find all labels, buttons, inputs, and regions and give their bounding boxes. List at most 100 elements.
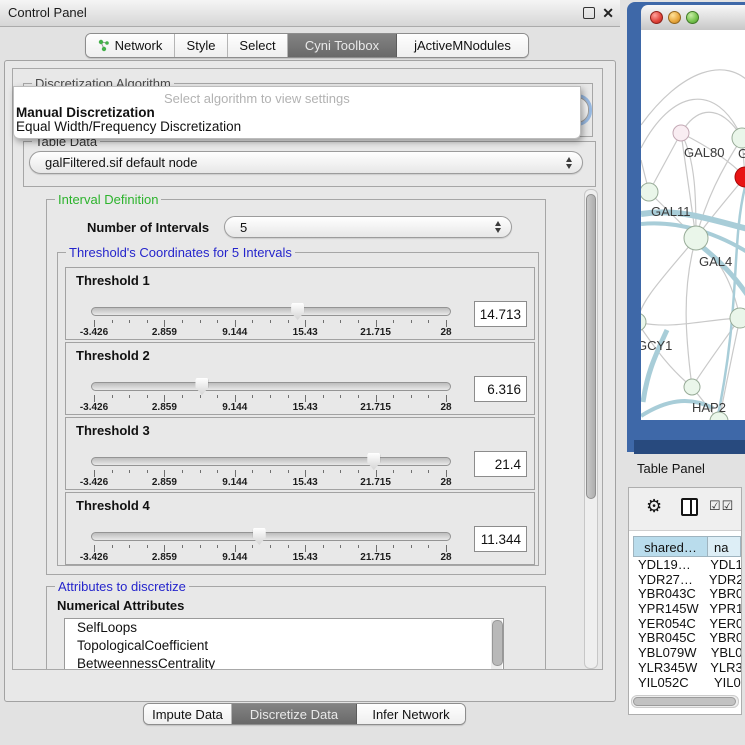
table-rows: YDL19…YDL1YDR27…YDR2YBR043CYBR0YPR145WYP…: [633, 558, 741, 688]
table-row[interactable]: YDR27…YDR2: [633, 573, 741, 588]
threshold-panel: Threshold 2 -3.4262.8599.14415.4321.71528…: [65, 342, 535, 415]
num-intervals-label: Number of Intervals: [87, 220, 209, 235]
network-edge[interactable]: [649, 133, 681, 192]
network-node[interactable]: [684, 226, 708, 250]
slider-track[interactable]: [91, 457, 451, 466]
threshold-label: Threshold 2: [76, 348, 150, 363]
control-panel-titlebar: Control Panel ✕: [0, 0, 620, 27]
network-node[interactable]: [641, 313, 646, 331]
table-row[interactable]: YBR045CYBR0: [633, 631, 741, 646]
zoom-traffic-light[interactable]: [686, 11, 699, 24]
combo-value: 5: [240, 220, 247, 235]
threshold-value-field[interactable]: 11.344: [474, 526, 527, 552]
network-node[interactable]: [732, 128, 745, 148]
threshold-slider[interactable]: -3.4262.8599.14415.4321.71528: [91, 455, 449, 487]
slider-track[interactable]: [91, 382, 451, 391]
dropdown-option-manual[interactable]: Manual Discretization: [16, 105, 155, 120]
network-node-label: GCY1: [641, 338, 672, 353]
tab-select[interactable]: Select: [228, 34, 288, 57]
network-window-titlebar[interactable]: [641, 5, 745, 31]
tab-network[interactable]: Network: [86, 34, 175, 57]
slider-tick-labels: -3.4262.8599.14415.4321.71528: [94, 327, 446, 338]
close-traffic-light[interactable]: [650, 11, 663, 24]
tab-discretize-data[interactable]: Discretize Data: [232, 704, 357, 724]
network-edge[interactable]: [686, 238, 696, 387]
select-columns-icon[interactable]: ☑☑: [709, 498, 734, 514]
table-panel: ⚙ ☑☑ shared… na YDL19…YDL1YDR27…YDR2YBR0…: [628, 487, 742, 715]
tab-label: Network: [115, 38, 163, 53]
attribute-list-item[interactable]: SelfLoops: [65, 619, 503, 637]
threshold-value-field[interactable]: 6.316: [474, 376, 527, 402]
network-node[interactable]: [730, 308, 745, 328]
tab-cyni-toolbox[interactable]: Cyni Toolbox: [288, 34, 397, 57]
threshold-slider[interactable]: -3.4262.8599.14415.4321.71528: [91, 305, 449, 337]
network-edge[interactable]: [641, 318, 740, 325]
column-header-name[interactable]: na: [708, 536, 741, 557]
network-node[interactable]: [673, 125, 689, 141]
list-scrollbar[interactable]: [491, 620, 502, 670]
network-node[interactable]: [641, 183, 658, 201]
tab-label: jActiveMNodules: [414, 38, 511, 53]
column-header-shared-name[interactable]: shared…: [633, 536, 708, 557]
threshold-value-field[interactable]: 21.4: [474, 451, 527, 477]
tab-label: Impute Data: [152, 707, 223, 722]
table-data-combobox[interactable]: galFiltered.sif default node: [29, 151, 583, 174]
thresholds-group: Threshold's Coordinates for 5 Intervals …: [57, 252, 539, 566]
table-row[interactable]: YDL19…YDL1: [633, 558, 741, 573]
threshold-label: Threshold 1: [76, 273, 150, 288]
tab-label: Infer Network: [372, 707, 449, 722]
table-row[interactable]: YBR043CYBR0: [633, 587, 741, 602]
dropdown-option-equal-width[interactable]: Equal Width/Frequency Discretization: [16, 119, 241, 134]
attribute-list-item[interactable]: TopologicalCoefficient: [65, 637, 503, 655]
network-node[interactable]: [684, 379, 700, 395]
float-window-icon[interactable]: [583, 7, 595, 19]
threshold-panel: Threshold 4 -3.4262.8599.14415.4321.71528…: [65, 492, 535, 565]
slider-tick-labels: -3.4262.8599.14415.4321.71528: [94, 402, 446, 413]
tab-impute-data[interactable]: Impute Data: [144, 704, 232, 724]
threshold-slider[interactable]: -3.4262.8599.14415.4321.71528: [91, 380, 449, 412]
network-node-label: GA: [738, 146, 745, 161]
attributes-group: Attributes to discretize Numerical Attri…: [46, 586, 546, 670]
table-toolbar: ⚙ ☑☑: [629, 488, 741, 531]
network-canvas[interactable]: GAL80GACGAL11GAL4GCY1HHAP2: [641, 30, 745, 420]
table-row[interactable]: YIL052CYIL0: [633, 676, 741, 689]
settings-scrollbar[interactable]: [584, 189, 598, 669]
close-icon[interactable]: ✕: [602, 7, 614, 20]
table-row[interactable]: YER054CYER0: [633, 617, 741, 632]
table-row[interactable]: YBL079WYBL0: [633, 646, 741, 661]
minimize-traffic-light[interactable]: [668, 11, 681, 24]
network-node-red[interactable]: [735, 167, 745, 187]
num-intervals-combobox[interactable]: 5: [224, 216, 512, 238]
threshold-label: Threshold 3: [76, 423, 150, 438]
network-node-label: GAL80: [684, 145, 724, 160]
table-row[interactable]: YLR345WYLR3: [633, 661, 741, 676]
tab-infer-network[interactable]: Infer Network: [357, 704, 465, 724]
threshold-value-field[interactable]: 14.713: [474, 301, 527, 327]
slider-track[interactable]: [91, 307, 451, 316]
threshold-panel: Threshold 3 -3.4262.8599.14415.4321.71528…: [65, 417, 535, 490]
table-row[interactable]: YPR145WYPR1: [633, 602, 741, 617]
group-title: Attributes to discretize: [55, 579, 189, 594]
table-panel-title: Table Panel: [637, 461, 705, 476]
dropdown-placeholder[interactable]: Select algorithm to view settings: [164, 91, 350, 106]
network-node-label: GAL11: [651, 204, 691, 219]
tab-jactivemnodules[interactable]: jActiveMNodules: [397, 34, 528, 57]
slider-track[interactable]: [91, 532, 451, 541]
scrollbar-thumb[interactable]: [586, 194, 596, 499]
columns-icon[interactable]: [681, 498, 698, 516]
attribute-list-item[interactable]: BetweennessCentrality: [65, 655, 503, 670]
network-node-label: GAL4: [699, 254, 732, 269]
threshold-label: Threshold 4: [76, 498, 150, 513]
threshold-slider[interactable]: -3.4262.8599.14415.4321.71528: [91, 530, 449, 562]
numerical-attributes-list[interactable]: SelfLoopsTopologicalCoefficientBetweenne…: [64, 618, 504, 670]
table-hscrollbar[interactable]: [631, 695, 739, 708]
network-node-label: HAP2: [692, 400, 726, 415]
gear-icon[interactable]: ⚙: [646, 496, 662, 516]
numerical-attributes-label: Numerical Attributes: [57, 598, 184, 613]
interval-definition-group: Interval Definition Number of Intervals …: [46, 199, 546, 575]
tab-style[interactable]: Style: [175, 34, 228, 57]
algorithm-dropdown-list: Select algorithm to view settings Manual…: [13, 86, 581, 139]
scrollbar-thumb[interactable]: [633, 697, 736, 706]
network-icon: [98, 39, 110, 52]
slider-tick-labels: -3.4262.8599.14415.4321.71528: [94, 552, 446, 563]
